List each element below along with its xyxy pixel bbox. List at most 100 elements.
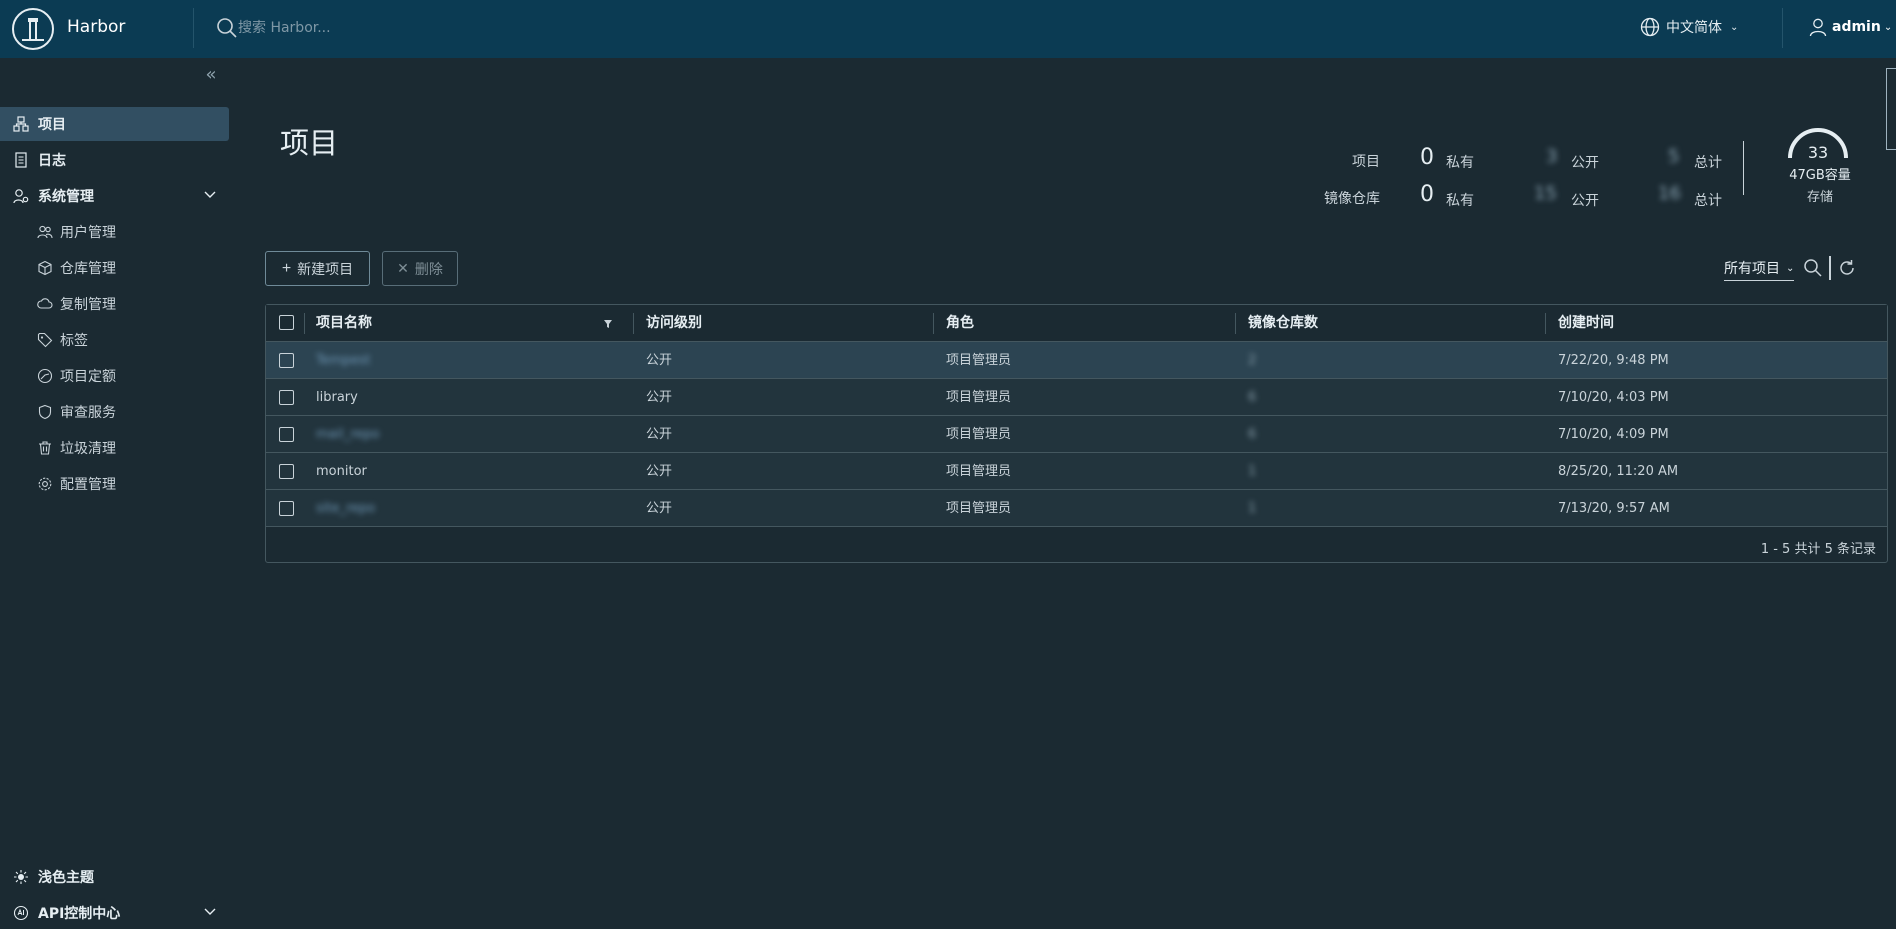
users-icon (36, 223, 54, 241)
header-divider (193, 8, 194, 48)
creation-time: 7/10/20, 4:09 PM (1558, 427, 1669, 442)
logs-icon (12, 151, 30, 169)
gear-icon (36, 475, 54, 493)
user-name: admin (1832, 19, 1881, 35)
brand-name[interactable]: Harbor (67, 17, 125, 37)
column-separator (933, 313, 934, 334)
storage-value: 33 (1807, 143, 1829, 162)
table-row[interactable]: Tempest 公开 项目管理员 2 7/22/20, 9:48 PM (266, 342, 1887, 379)
sidebar-subitem-replications[interactable]: 复制管理 (0, 287, 229, 321)
stats-repos-label: 镜像仓库 (1324, 191, 1380, 207)
refresh-icon[interactable] (1837, 258, 1857, 278)
tag-icon (36, 331, 54, 349)
sidebar-subitem-config[interactable]: 配置管理 (0, 467, 229, 501)
column-header-access[interactable]: 访问级别 (646, 305, 702, 341)
project-name-link[interactable]: site_repo (316, 490, 375, 527)
public-label: 公开 (1571, 193, 1599, 209)
project-name-link[interactable]: mail_repo (316, 416, 380, 453)
table-row[interactable]: monitor 公开 项目管理员 1 8/25/20, 11:20 AM (266, 453, 1887, 490)
header-divider (1782, 8, 1783, 48)
quota-icon (36, 367, 54, 385)
repo-count: 6 (1248, 390, 1257, 405)
row-checkbox[interactable] (279, 390, 294, 405)
sidebar-subitem-label: 配置管理 (60, 477, 116, 493)
table-row[interactable]: mail_repo 公开 项目管理员 6 7/10/20, 4:09 PM (266, 416, 1887, 453)
filter-label: 所有项目 (1724, 261, 1780, 277)
chevron-down-icon[interactable] (203, 187, 217, 205)
row-checkbox[interactable] (279, 464, 294, 479)
api-center-menu[interactable]: API控制中心 (0, 896, 229, 929)
column-header-name[interactable]: 项目名称 (316, 305, 372, 341)
user-icon (1809, 18, 1827, 37)
role: 项目管理员 (946, 464, 1012, 479)
chevron-down-icon: ⌄ (1786, 262, 1795, 274)
sidebar-subitem-registries[interactable]: 仓库管理 (0, 251, 229, 285)
search-icon[interactable] (1803, 258, 1823, 278)
storage-capacity: 47GB容量 (1789, 168, 1851, 183)
sidebar-subitem-users[interactable]: 用户管理 (0, 215, 229, 249)
table-row[interactable]: site_repo 公开 项目管理员 1 7/13/20, 9:57 AM (266, 490, 1887, 527)
select-all-checkbox[interactable] (279, 315, 294, 330)
row-checkbox[interactable] (279, 427, 294, 442)
new-project-button[interactable]: + 新建项目 (265, 251, 370, 286)
repo-count: 1 (1248, 464, 1257, 479)
collapse-sidebar-icon[interactable]: « (200, 66, 222, 86)
role: 项目管理员 (946, 353, 1012, 368)
sidebar-subitem-gc[interactable]: 垃圾清理 (0, 431, 229, 465)
creation-time: 7/10/20, 4:03 PM (1558, 390, 1669, 405)
light-theme-toggle[interactable]: 浅色主题 (0, 860, 229, 894)
chevron-down-icon: ⌄ (1730, 21, 1739, 33)
sidebar-item-label: 项目 (38, 117, 66, 133)
project-filter-select[interactable]: 所有项目 ⌄ (1724, 258, 1795, 281)
creation-time: 7/13/20, 9:57 AM (1558, 501, 1670, 516)
sidebar-item-logs[interactable]: 日志 (0, 143, 229, 177)
user-menu[interactable]: admin ⌄ (1808, 17, 1892, 37)
access-level: 公开 (646, 427, 673, 442)
harbor-logo-icon[interactable] (12, 8, 54, 50)
private-label: 私有 (1446, 155, 1474, 171)
globe-icon (1640, 17, 1660, 37)
column-header-role[interactable]: 角色 (946, 305, 974, 341)
stats-divider (1743, 141, 1744, 195)
table-row[interactable]: library 公开 项目管理员 6 7/10/20, 4:03 PM (266, 379, 1887, 416)
creation-time: 8/25/20, 11:20 AM (1558, 464, 1679, 479)
registry-icon (36, 259, 54, 277)
project-name-link[interactable]: library (316, 379, 358, 416)
filter-icon[interactable] (603, 319, 613, 329)
column-header-repo-count[interactable]: 镜像仓库数 (1248, 305, 1318, 341)
total-label: 总计 (1694, 155, 1722, 171)
column-separator (304, 313, 305, 334)
chevron-down-icon[interactable] (203, 904, 217, 922)
language-selector[interactable]: 中文简体 ⌄ (1640, 17, 1738, 37)
public-label: 公开 (1571, 155, 1599, 171)
access-level: 公开 (646, 501, 673, 516)
sidebar-subitem-quotas[interactable]: 项目定额 (0, 359, 229, 393)
private-label: 私有 (1446, 193, 1474, 209)
role: 项目管理员 (946, 390, 1012, 405)
sidebar-subitem-interrogation[interactable]: 审查服务 (0, 395, 229, 429)
column-header-created[interactable]: 创建时间 (1558, 305, 1614, 341)
project-name-link[interactable]: monitor (316, 453, 367, 490)
projects-public-count: 3 (1546, 146, 1558, 167)
page-title: 项目 (280, 126, 339, 160)
sidebar-subitem-label: 标签 (60, 333, 88, 349)
search-icon[interactable] (216, 17, 238, 39)
delete-button[interactable]: ✕ 删除 (382, 251, 458, 286)
row-checkbox[interactable] (279, 501, 294, 516)
project-name-link[interactable]: Tempest (316, 342, 371, 379)
pagination-summary: 1 - 5 共计 5 条记录 (1760, 542, 1876, 557)
chevron-down-icon: ⌄ (1883, 21, 1893, 33)
trash-icon (36, 439, 54, 457)
access-level: 公开 (646, 353, 673, 368)
projects-table: 项目名称 访问级别 角色 镜像仓库数 创建时间 Tempest 公开 项目管理员… (265, 304, 1888, 563)
side-panel-tab[interactable] (1886, 68, 1896, 150)
new-project-label: 新建项目 (297, 260, 354, 277)
sidebar-item-admin[interactable]: 系统管理 (0, 179, 229, 213)
sidebar-subitem-label: 垃圾清理 (60, 441, 116, 457)
sidebar-subitem-labels[interactable]: 标签 (0, 323, 229, 357)
repo-count: 1 (1248, 501, 1257, 516)
search-input[interactable] (238, 16, 498, 40)
sidebar-item-projects[interactable]: 项目 (0, 107, 229, 141)
role: 项目管理员 (946, 501, 1012, 516)
row-checkbox[interactable] (279, 353, 294, 368)
